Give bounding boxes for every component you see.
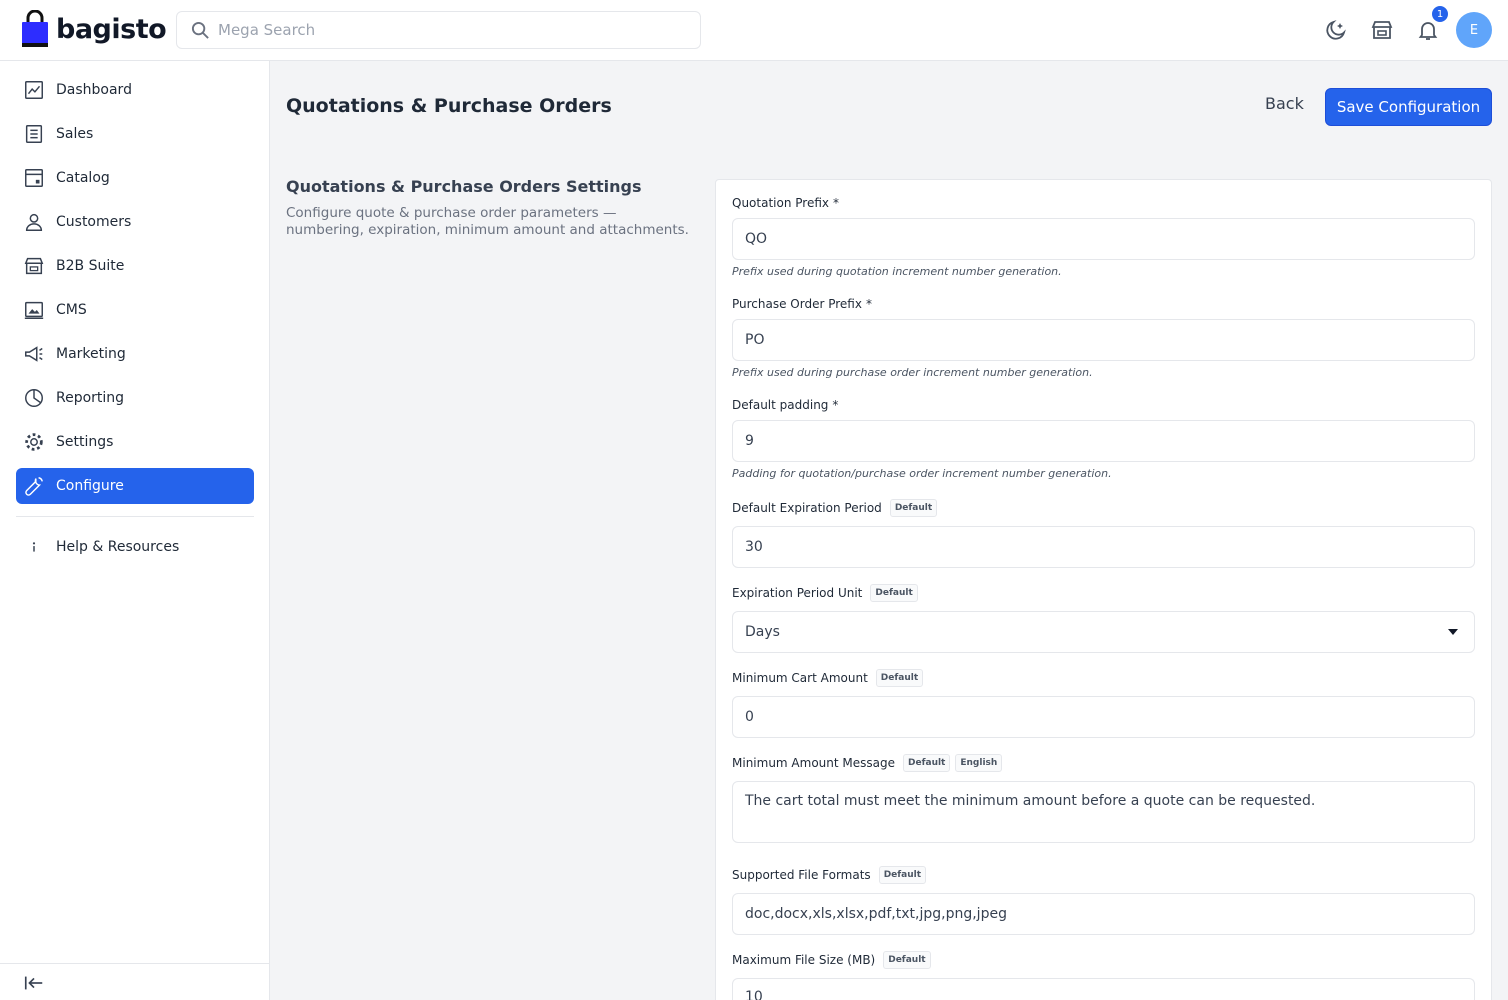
brand-name: bagisto <box>56 13 167 45</box>
file-formats-input[interactable]: doc,docx,xls,xlsx,pdf,txt,jpg,png,jpeg <box>732 893 1475 935</box>
min-cart-amount-label: Minimum Cart Amount Default <box>732 669 924 687</box>
chevron-down-icon <box>1448 629 1458 635</box>
sidebar-item-marketing[interactable]: Marketing <box>16 336 254 372</box>
pie-chart-icon <box>25 389 43 407</box>
sidebar-item-configure[interactable]: Configure <box>16 468 254 504</box>
collapse-sidebar-icon[interactable] <box>23 972 45 994</box>
expiration-unit-label: Expiration Period Unit Default <box>732 584 918 602</box>
po-prefix-label: Purchase Order Prefix * <box>732 297 872 311</box>
sidebar-item-b2b-suite[interactable]: B2B Suite <box>16 248 254 284</box>
quotation-prefix-label: Quotation Prefix * <box>732 196 839 210</box>
sidebar-item-label: Configure <box>56 478 124 494</box>
min-amount-message-label: Minimum Amount Message Default English <box>732 754 1003 772</box>
sidebar-item-label: Customers <box>56 214 132 230</box>
sidebar-divider <box>16 516 254 517</box>
default-tag: Default <box>883 951 931 969</box>
section-title: Quotations & Purchase Orders Settings <box>286 177 642 196</box>
sidebar-footer <box>0 963 270 1000</box>
search-input[interactable] <box>218 21 688 39</box>
customers-icon <box>25 213 43 231</box>
expiration-period-label: Default Expiration Period Default <box>732 499 938 517</box>
expiration-unit-select[interactable]: Days <box>732 611 1475 653</box>
notification-count-badge: 1 <box>1430 4 1450 24</box>
sidebar-item-label: B2B Suite <box>56 258 125 274</box>
sidebar-item-dashboard[interactable]: Dashboard <box>16 72 254 108</box>
sidebar-item-label: Help & Resources <box>56 539 180 555</box>
sidebar-item-label: Catalog <box>56 170 110 186</box>
language-tag: English <box>955 754 1003 772</box>
sidebar-item-label: Sales <box>56 126 94 142</box>
max-file-size-input[interactable]: 10 <box>732 978 1475 1000</box>
sidebar-item-catalog[interactable]: Catalog <box>16 160 254 196</box>
default-tag: Default <box>889 499 938 517</box>
sidebar-item-reporting[interactable]: Reporting <box>16 380 254 416</box>
default-padding-label: Default padding * <box>732 398 839 412</box>
megaphone-icon <box>25 346 43 362</box>
sidebar-item-sales[interactable]: Sales <box>16 116 254 152</box>
sidebar-item-label: Settings <box>56 434 114 450</box>
default-tag: Default <box>903 754 951 772</box>
storefront-icon[interactable] <box>1370 18 1394 42</box>
expiration-unit-value: Days <box>745 624 780 640</box>
section-description: Configure quote & purchase order paramet… <box>286 205 689 238</box>
user-avatar[interactable]: E <box>1456 12 1492 48</box>
max-file-size-label: Maximum File Size (MB) Default <box>732 951 931 969</box>
sidebar-item-cms[interactable]: CMS <box>16 292 254 328</box>
default-tag: Default <box>875 669 924 687</box>
sidebar-item-settings[interactable]: Settings <box>16 424 254 460</box>
sidebar-item-label: CMS <box>56 302 87 318</box>
shopping-bag-logo-icon <box>22 10 48 47</box>
wrench-icon <box>25 477 43 496</box>
info-icon <box>32 542 36 552</box>
expiration-period-input[interactable]: 30 <box>732 526 1475 568</box>
min-cart-amount-input[interactable]: 0 <box>732 696 1475 738</box>
default-padding-input[interactable]: 9 <box>732 420 1475 462</box>
po-prefix-input[interactable]: PO <box>732 319 1475 361</box>
file-formats-label: Supported File Formats Default <box>732 866 927 884</box>
sidebar-item-help-resources[interactable]: Help & Resources <box>16 529 254 565</box>
sidebar-item-label: Marketing <box>56 346 126 362</box>
mega-search[interactable] <box>176 11 701 49</box>
save-configuration-button[interactable]: Save Configuration <box>1325 88 1492 126</box>
back-button[interactable]: Back <box>1258 94 1311 113</box>
po-prefix-help: Prefix used during purchase order increm… <box>732 366 1093 379</box>
dark-mode-moon-icon[interactable] <box>1324 18 1348 42</box>
min-amount-message-textarea[interactable]: The cart total must meet the minimum amo… <box>732 781 1475 843</box>
quotation-prefix-help: Prefix used during quotation increment n… <box>732 265 1062 278</box>
dashboard-icon <box>25 81 43 99</box>
sidebar-item-customers[interactable]: Customers <box>16 204 254 240</box>
brand-logo[interactable]: bagisto <box>20 10 167 48</box>
cms-icon <box>24 301 44 319</box>
page-title: Quotations & Purchase Orders <box>286 95 612 117</box>
sales-icon <box>25 125 43 143</box>
sidebar-item-label: Dashboard <box>56 82 132 98</box>
sidebar-item-label: Reporting <box>56 390 125 406</box>
default-tag: Default <box>870 584 918 602</box>
catalog-icon <box>25 169 43 187</box>
quotation-prefix-input[interactable]: QO <box>732 218 1475 260</box>
default-tag: Default <box>878 866 927 884</box>
sidebar: Dashboard Sales Catalog Customers B2B Su… <box>0 61 270 1000</box>
top-header: bagisto 1 E <box>0 0 1508 61</box>
default-padding-help: Padding for quotation/purchase order inc… <box>732 467 1112 480</box>
store-icon <box>24 257 44 275</box>
search-icon <box>191 21 209 39</box>
gear-icon <box>25 433 43 451</box>
